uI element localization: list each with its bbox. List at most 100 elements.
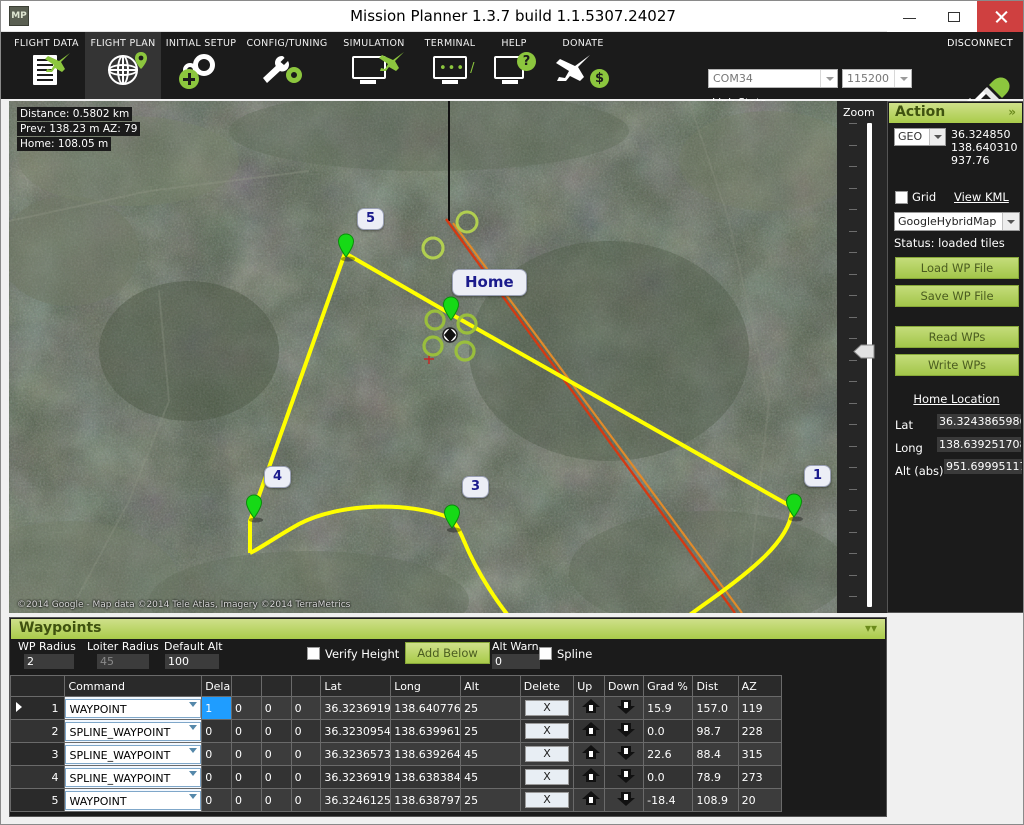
lat-cell[interactable]: 36.3246125 bbox=[320, 788, 392, 812]
waypoint-pin-4[interactable] bbox=[243, 494, 263, 523]
delay-cell[interactable]: 0 bbox=[201, 719, 232, 743]
move-up-cell[interactable] bbox=[573, 765, 606, 789]
home-pin[interactable] bbox=[440, 296, 460, 321]
delay-cell[interactable]: 0 bbox=[201, 765, 232, 789]
spline-checkbox[interactable] bbox=[539, 647, 552, 660]
chevron-down-icon[interactable] bbox=[189, 794, 198, 799]
move-down-cell[interactable] bbox=[604, 696, 645, 720]
tab-flight-plan[interactable]: FLIGHT PLAN bbox=[85, 32, 161, 99]
lat-cell[interactable]: 36.3230954 bbox=[320, 719, 392, 743]
command-select[interactable]: WAYPOINT bbox=[64, 696, 203, 720]
param2-cell[interactable]: 0 bbox=[230, 719, 262, 743]
home-lat-value[interactable]: 36.3243865986 bbox=[937, 414, 1021, 429]
tab-terminal[interactable]: TERMINAL ••• / bbox=[415, 32, 485, 99]
delete-row-button[interactable]: X bbox=[524, 792, 569, 808]
delete-cell[interactable]: X bbox=[519, 765, 575, 789]
row-index[interactable]: 4 bbox=[9, 765, 66, 789]
col-header-long[interactable]: Long bbox=[390, 675, 462, 697]
tab-simulation[interactable]: SIMULATION bbox=[333, 32, 415, 99]
arrow-up-icon[interactable] bbox=[578, 698, 601, 716]
alt-cell[interactable]: 25 bbox=[460, 719, 521, 743]
move-down-cell[interactable] bbox=[604, 765, 645, 789]
tab-donate[interactable]: DONATE $ bbox=[546, 32, 620, 99]
chevron-down-icon[interactable]: ▾▾ bbox=[865, 619, 877, 638]
long-cell[interactable]: 138.6407769 bbox=[390, 696, 462, 720]
delete-row-button[interactable]: X bbox=[524, 746, 569, 762]
alt-cell[interactable]: 25 bbox=[460, 696, 521, 720]
delete-cell[interactable]: X bbox=[519, 788, 575, 812]
home-label[interactable]: Home bbox=[452, 269, 527, 296]
param3-cell[interactable]: 0 bbox=[260, 788, 292, 812]
col-header-delete[interactable]: Delete bbox=[519, 675, 575, 697]
waypoint-pin-5[interactable] bbox=[335, 233, 355, 262]
command-select[interactable]: SPLINE_WAYPOINT bbox=[64, 742, 203, 766]
row-index[interactable]: 1 bbox=[9, 696, 66, 720]
com-port-select[interactable]: COM34 bbox=[708, 69, 838, 88]
delay-cell[interactable]: 0 bbox=[201, 742, 232, 766]
tab-initial-setup[interactable]: INITIAL SETUP bbox=[161, 32, 241, 99]
waypoint-label-4[interactable]: 4 bbox=[264, 466, 292, 488]
arrow-down-icon[interactable] bbox=[613, 767, 636, 785]
long-cell[interactable]: 138.6387974 bbox=[390, 788, 462, 812]
alt-cell[interactable]: 45 bbox=[460, 742, 521, 766]
col-header-command[interactable]: Command bbox=[64, 675, 203, 697]
waypoint-label-3[interactable]: 3 bbox=[462, 476, 490, 498]
param3-cell[interactable]: 0 bbox=[260, 696, 292, 720]
geo-select[interactable]: GEO bbox=[894, 128, 946, 146]
param3-cell[interactable]: 0 bbox=[260, 742, 292, 766]
waypoints-panel-header[interactable]: Waypoints ▾▾ bbox=[11, 619, 885, 639]
map-provider-select[interactable]: GoogleHybridMap bbox=[894, 212, 1020, 231]
alt-warn-input[interactable]: 0 bbox=[492, 654, 540, 669]
delete-cell[interactable]: X bbox=[519, 719, 575, 743]
arrow-down-icon[interactable] bbox=[613, 698, 636, 716]
delay-cell[interactable]: 1 bbox=[201, 696, 232, 720]
chevron-down-icon[interactable] bbox=[189, 702, 198, 707]
long-cell[interactable]: 138.6399615 bbox=[390, 719, 462, 743]
wp-radius-input[interactable]: 2 bbox=[24, 654, 74, 669]
grid-checkbox[interactable] bbox=[895, 191, 908, 204]
chevron-right-double-icon[interactable]: » bbox=[1008, 103, 1016, 122]
col-header-lat[interactable]: Lat bbox=[320, 675, 392, 697]
command-select[interactable]: SPLINE_WAYPOINT bbox=[64, 719, 203, 743]
verify-height-checkbox[interactable] bbox=[307, 647, 320, 660]
move-up-cell[interactable] bbox=[573, 742, 606, 766]
chevron-down-icon[interactable] bbox=[894, 70, 911, 87]
col-header-down[interactable]: Down bbox=[604, 675, 645, 697]
arrow-up-icon[interactable] bbox=[578, 767, 601, 785]
param4-cell[interactable]: 0 bbox=[290, 742, 322, 766]
param4-cell[interactable]: 0 bbox=[290, 765, 322, 789]
table-row[interactable]: 2 SPLINE_WAYPOINT 0 0 0 0 36.3230954 138.639961… bbox=[9, 719, 783, 743]
zoom-slider-thumb[interactable] bbox=[853, 344, 875, 359]
arrow-down-icon[interactable] bbox=[613, 721, 636, 739]
col-header-alt[interactable]: Alt bbox=[460, 675, 521, 697]
close-button[interactable] bbox=[977, 1, 1023, 32]
move-down-cell[interactable] bbox=[604, 788, 645, 812]
delay-cell[interactable]: 0 bbox=[201, 788, 232, 812]
waypoint-pin-3[interactable] bbox=[441, 504, 461, 533]
col-header-index[interactable] bbox=[9, 675, 66, 697]
delete-cell[interactable]: X bbox=[519, 696, 575, 720]
lat-cell[interactable]: 36.3236573 bbox=[320, 742, 392, 766]
param2-cell[interactable]: 0 bbox=[230, 696, 262, 720]
move-up-cell[interactable] bbox=[573, 696, 606, 720]
tab-config-tuning[interactable]: CONFIG/TUNING bbox=[241, 32, 333, 99]
row-index[interactable]: 2 bbox=[9, 719, 66, 743]
move-down-cell[interactable] bbox=[604, 719, 645, 743]
alt-cell[interactable]: 25 bbox=[460, 788, 521, 812]
add-below-button[interactable]: Add Below bbox=[405, 642, 490, 664]
baud-rate-select[interactable]: 115200 bbox=[842, 69, 912, 88]
param3-cell[interactable]: 0 bbox=[260, 719, 292, 743]
load-wp-file-button[interactable]: Load WP File bbox=[895, 257, 1019, 279]
move-up-cell[interactable] bbox=[573, 788, 606, 812]
delete-row-button[interactable]: X bbox=[524, 700, 569, 716]
map-view[interactable]: Distance: 0.5802 km Prev: 138.23 m AZ: 7… bbox=[9, 101, 837, 613]
arrow-up-icon[interactable] bbox=[578, 721, 601, 739]
alt-cell[interactable]: 45 bbox=[460, 765, 521, 789]
table-row[interactable]: 4 SPLINE_WAYPOINT 0 0 0 0 36.3236919 138.638384… bbox=[9, 765, 783, 789]
table-row[interactable]: 5 WAYPOINT 0 0 0 0 36.3246125 138.6387974 25 X -18… bbox=[9, 788, 783, 812]
tab-help[interactable]: HELP ? bbox=[485, 32, 543, 99]
arrow-down-icon[interactable] bbox=[613, 790, 636, 808]
action-panel-header[interactable]: Action » bbox=[889, 103, 1022, 123]
col-header-az[interactable]: AZ bbox=[737, 675, 783, 697]
read-wps-button[interactable]: Read WPs bbox=[895, 326, 1019, 348]
